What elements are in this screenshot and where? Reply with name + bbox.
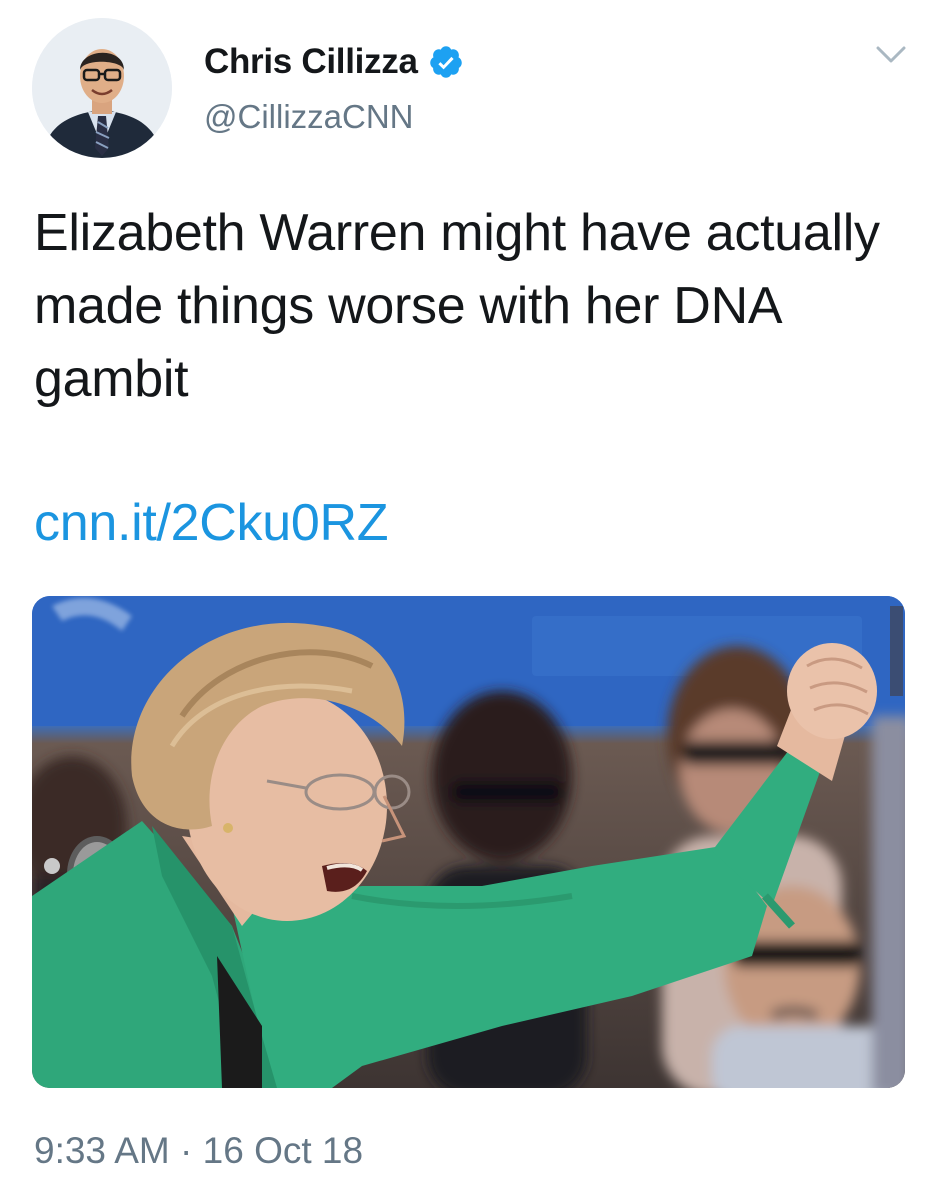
chevron-down-icon[interactable] [874, 42, 908, 68]
author-avatar[interactable] [32, 18, 172, 158]
tweet-text: Elizabeth Warren might have actually mad… [34, 204, 880, 408]
author-handle[interactable]: @CillizzaCNN [204, 98, 414, 136]
tweet-media-image[interactable] [32, 596, 905, 1088]
verified-badge-icon [429, 46, 462, 78]
photo-icon [32, 596, 905, 1088]
author-name-row[interactable]: Chris Cillizza [204, 42, 464, 82]
tweet-link[interactable]: cnn.it/2Cku0RZ [34, 488, 388, 558]
profile-photo-icon [32, 18, 172, 158]
author-display-name[interactable]: Chris Cillizza [204, 42, 418, 82]
tweet-timestamp[interactable]: 9:33 AM · 16 Oct 18 [34, 1130, 363, 1172]
